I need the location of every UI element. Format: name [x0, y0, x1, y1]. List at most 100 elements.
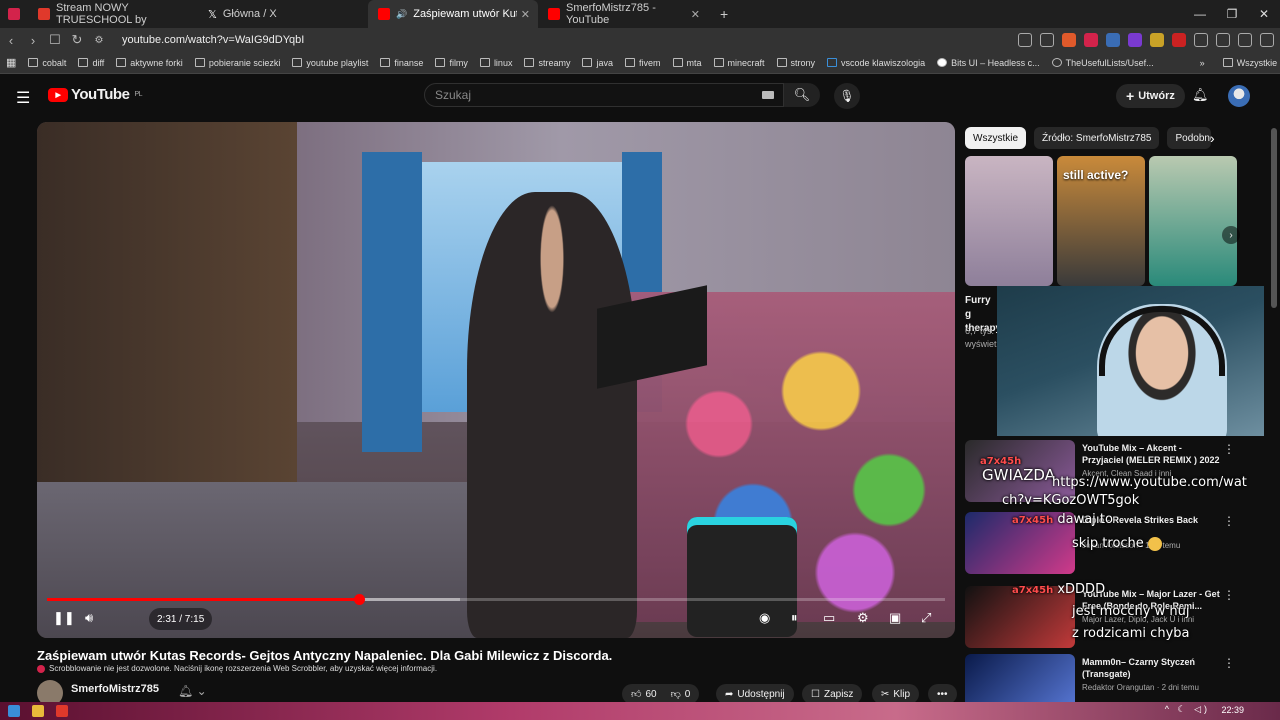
minimize-icon[interactable]: — [1184, 0, 1216, 28]
browser-menu-icon[interactable] [8, 8, 20, 20]
bookmark-item[interactable]: youtube playlist [286, 58, 374, 68]
notifications-bell-icon[interactable]: 🔔︎ [1192, 87, 1209, 103]
page-scrollbar[interactable] [1271, 118, 1277, 702]
like-dislike-button[interactable]: 👍︎ 60 👎︎ 0 [622, 684, 700, 704]
cast-icon[interactable] [1018, 33, 1032, 47]
close-tab-icon[interactable]: ✕ [691, 8, 700, 21]
tab-current-video[interactable]: 🔊 Zaśpiewam utwór Kutas Reco ✕ [368, 0, 538, 28]
system-tray[interactable]: ^ ☾ ◁) [1165, 704, 1210, 715]
bookmark-icon[interactable]: ☐ [44, 32, 66, 48]
bookmark-favicon-icon [116, 58, 127, 67]
extension-red-icon[interactable] [1084, 33, 1098, 47]
hamburger-menu-icon[interactable]: ☰ [16, 88, 30, 108]
chip-source[interactable]: Źródło: SmerfoMistrz785 [1034, 127, 1160, 149]
youtube-logo[interactable]: ▶ YouTube PL [48, 86, 142, 103]
search-button[interactable]: 🔍︎ [784, 83, 820, 107]
time-display: 2:31 / 7:15 [149, 608, 213, 630]
fullscreen-icon[interactable]: ⤢ [921, 610, 931, 626]
subscription-bell-icon[interactable]: 🔔︎ ⌄ [178, 684, 207, 698]
close-window-icon[interactable]: ✕ [1248, 0, 1280, 28]
bookmark-folder[interactable]: strony [771, 58, 822, 68]
pause-autoplay-icon[interactable]: ⏸︎ [791, 610, 798, 626]
bookmark-folder[interactable]: linux [474, 58, 519, 68]
short-thumbnail[interactable]: still active? [1057, 156, 1145, 286]
subtitles-icon[interactable]: ▭ [823, 610, 835, 626]
share-icon[interactable] [1040, 33, 1054, 47]
like-icon[interactable]: 👍︎ [631, 688, 641, 700]
restore-icon[interactable]: ❐ [1216, 0, 1248, 28]
browser-taskbar-icon[interactable] [56, 705, 68, 717]
more-options-icon[interactable]: ⋮ [1223, 514, 1235, 528]
extension-yellow-icon[interactable] [1150, 33, 1164, 47]
brave-shield-icon[interactable] [1062, 33, 1076, 47]
channel-name[interactable]: SmerfoMistrz785 [71, 683, 159, 695]
bookmark-item[interactable]: diff [72, 58, 110, 68]
short-thumbnail[interactable] [965, 156, 1053, 286]
share-button[interactable]: ➦ Udostępnij [716, 684, 794, 704]
scrubber-handle[interactable] [353, 594, 365, 605]
bookmark-item[interactable]: pobieranie sciezki [189, 58, 287, 68]
bookmarks-overflow-icon[interactable]: » [1194, 58, 1211, 68]
file-explorer-icon[interactable] [32, 705, 44, 717]
extension-blue-icon[interactable] [1106, 33, 1120, 47]
short-thumbnail[interactable] [1149, 156, 1237, 286]
folder-icon [479, 58, 490, 67]
chip-similar[interactable]: Podobne [1167, 127, 1212, 149]
close-tab-icon[interactable]: ✕ [521, 8, 530, 21]
more-actions-button[interactable]: ••• [928, 684, 957, 704]
volume-icon[interactable]: 🔊︎ [85, 610, 93, 626]
tab-stream[interactable]: Stream NOWY TRUESCHOOL by [28, 0, 198, 28]
apps-grid-icon[interactable]: ▦ [0, 56, 22, 69]
extension-pen-icon[interactable] [1172, 33, 1186, 47]
more-options-icon[interactable]: ⋮ [1223, 656, 1235, 670]
search-input[interactable]: Szukaj [424, 83, 784, 107]
chips-next-icon[interactable]: › [1210, 130, 1215, 146]
back-icon[interactable]: ‹ [0, 33, 22, 48]
pause-icon[interactable]: ❚❚ [53, 610, 75, 626]
scrollbar-thumb[interactable] [1271, 128, 1277, 308]
bookmark-item[interactable]: vscode klawiszologia [821, 58, 931, 68]
menu-icon[interactable] [1260, 33, 1274, 47]
sidebar-toggle-icon[interactable] [1216, 33, 1230, 47]
forward-icon[interactable]: › [22, 33, 44, 48]
reload-icon[interactable]: ↻ [66, 32, 88, 48]
tab-x[interactable]: 𝕏 Główna / X [198, 0, 368, 28]
more-options-icon[interactable]: ⋮ [1223, 588, 1235, 602]
extensions-icon[interactable] [1194, 33, 1208, 47]
start-icon[interactable] [8, 705, 20, 717]
settings-gear-icon[interactable]: ⚙ [857, 610, 869, 626]
bookmark-folder[interactable]: minecraft [708, 58, 771, 68]
new-tab-button[interactable]: + [720, 6, 728, 22]
create-button[interactable]: + Utwórz [1116, 84, 1185, 108]
bookmark-item[interactable]: TheUsefulLists/Usef... [1046, 58, 1160, 68]
shorts-next-icon[interactable]: › [1222, 226, 1240, 244]
progress-bar[interactable] [47, 594, 945, 605]
bookmark-item[interactable]: Bits UI – Headless c... [931, 58, 1046, 68]
bookmark-item[interactable]: aktywne forki [110, 58, 189, 68]
more-options-icon[interactable]: ⋮ [1223, 442, 1235, 456]
site-info-icon[interactable]: ⚙ [88, 35, 110, 46]
bookmark-folder[interactable]: java [576, 58, 619, 68]
bookmark-folder[interactable]: streamy [518, 58, 576, 68]
voice-search-button[interactable]: 🎙︎ [834, 83, 860, 109]
keyboard-icon[interactable] [762, 91, 774, 99]
theater-mode-icon[interactable]: ▣ [889, 610, 901, 626]
save-button[interactable]: ☐ Zapisz [802, 684, 863, 704]
chat-message: skip troche [1072, 536, 1162, 551]
chip-all[interactable]: Wszystkie [965, 127, 1026, 149]
extension-purple-icon[interactable] [1128, 33, 1142, 47]
video-player[interactable]: ❚❚ 🔊︎ 2:31 / 7:15 ◉ ⏸︎ ▭ ⚙ ▣ ⤢ [37, 122, 955, 638]
bookmark-folder[interactable]: mta [667, 58, 708, 68]
url-field[interactable]: youtube.com/watch?v=WaIG9dDYqbI [122, 34, 304, 46]
bookmark-folder[interactable]: fivem [619, 58, 667, 68]
bookmark-folder[interactable]: finanse [374, 58, 429, 68]
playlist-icon[interactable] [1238, 33, 1252, 47]
bookmark-folder[interactable]: filmy [429, 58, 474, 68]
account-avatar[interactable] [1228, 85, 1250, 107]
clip-button[interactable]: ✂ Klip [872, 684, 920, 704]
dislike-icon[interactable]: 👎︎ [671, 688, 681, 700]
autoplay-toggle-icon[interactable]: ◉ [759, 610, 770, 626]
all-bookmarks-folder[interactable]: Wszystkie zakładki [1217, 58, 1280, 68]
tab-channel[interactable]: SmerfoMistrz785 - YouTube ✕ [538, 0, 708, 28]
bookmark-item[interactable]: cobalt [22, 58, 72, 68]
